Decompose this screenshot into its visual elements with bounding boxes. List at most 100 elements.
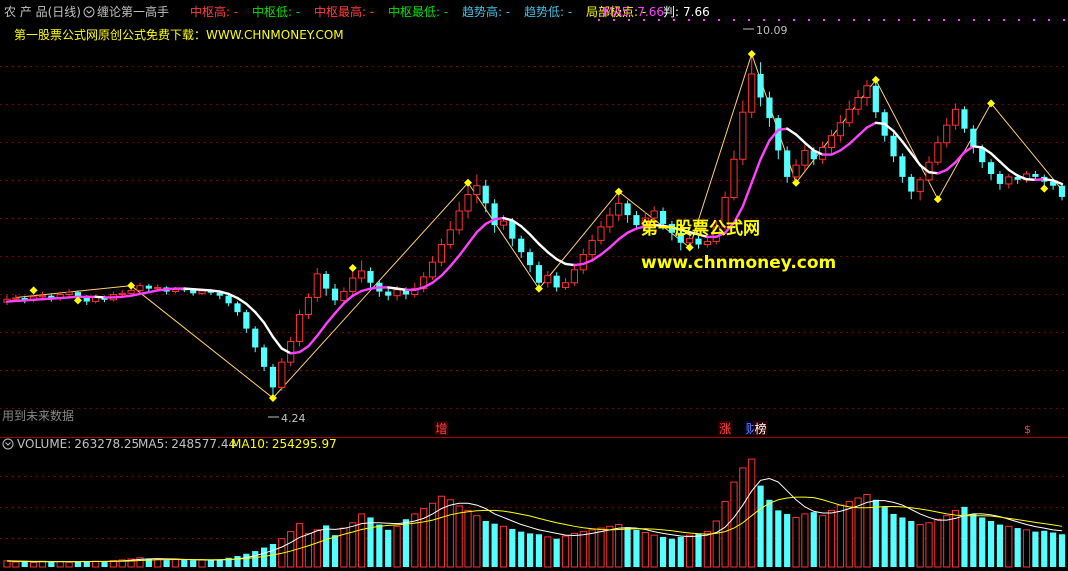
indicator-name[interactable]: 缠论第一高手 xyxy=(97,4,169,19)
volume-bar-down xyxy=(526,533,534,567)
volume-bar-down xyxy=(757,485,764,567)
volume-bar-down xyxy=(385,529,392,567)
volume-bar-up xyxy=(925,522,933,568)
signal-dot xyxy=(853,19,855,21)
volume-bar-down xyxy=(1050,532,1057,567)
candle-body-up xyxy=(863,85,871,99)
signal-dot xyxy=(718,19,720,21)
ma-segment xyxy=(874,121,886,126)
candle-body-up xyxy=(703,241,711,246)
low-price-label: 4.24 xyxy=(268,412,306,425)
source-banner: 第一股票公式网原创公式免费下载：WWW.CHNMONEY.COM xyxy=(14,27,344,42)
candle-body-up xyxy=(792,164,800,178)
ma-segment xyxy=(316,322,328,337)
volume-bar-down xyxy=(784,513,791,567)
volume-bar-down xyxy=(624,527,631,567)
volume-bar-down xyxy=(163,560,170,567)
volume-bar-up xyxy=(934,518,942,568)
ma-segment xyxy=(1007,168,1019,177)
ma-segment xyxy=(360,287,372,293)
signal-dot xyxy=(598,19,600,21)
candle-body-up xyxy=(570,269,578,284)
candle-body-up xyxy=(606,214,614,228)
signal-dot xyxy=(868,19,870,21)
candle-body-up xyxy=(198,290,206,294)
signal-dot xyxy=(748,19,750,21)
volume-bar-down xyxy=(695,533,702,567)
ma-segment xyxy=(245,302,257,314)
volume-bar-up xyxy=(12,561,20,568)
candle-body-up xyxy=(358,270,366,279)
ma-segment xyxy=(750,158,762,184)
signal-dot xyxy=(883,19,885,21)
volume-bar-up xyxy=(304,532,313,568)
volume-bar-up xyxy=(819,515,827,568)
volume-bar-down xyxy=(881,506,888,567)
volume-toggle-icon[interactable] xyxy=(2,438,14,450)
ma-segment xyxy=(200,288,213,292)
volume-bar-up xyxy=(56,561,64,568)
volume-bar-up xyxy=(721,501,729,568)
grid-lines xyxy=(0,66,1068,539)
ma-segment xyxy=(147,289,159,294)
candle-body-up xyxy=(801,149,809,166)
candle-body-up xyxy=(136,285,144,291)
volume-bar-up xyxy=(446,499,454,568)
candle-body-down xyxy=(252,328,259,348)
ma-segment xyxy=(830,149,842,156)
ma-segment xyxy=(449,254,461,268)
volume-bar-down xyxy=(252,551,259,567)
ma-segment xyxy=(165,287,177,291)
ma-segment xyxy=(466,230,479,246)
candle-body-up xyxy=(12,297,20,300)
ma-segment xyxy=(573,262,585,267)
signal-dot xyxy=(973,19,975,21)
volume-bar-up xyxy=(863,493,871,568)
volume-bar-down xyxy=(21,561,28,567)
volume-bar-up xyxy=(943,515,951,568)
ma-segment xyxy=(156,288,168,292)
extreme-marker xyxy=(747,49,756,58)
candle-body-up xyxy=(544,275,552,284)
candle-body-up xyxy=(836,122,844,137)
ma-segment xyxy=(803,141,815,152)
ma-segment xyxy=(183,287,195,291)
ma-segment xyxy=(14,299,26,303)
volume-bar-up xyxy=(295,523,304,568)
volume-bar-down xyxy=(996,524,1004,567)
ma-segment xyxy=(546,250,558,261)
candle-body-down xyxy=(526,252,534,266)
volume-bar-down xyxy=(677,536,684,567)
signal-dot xyxy=(1003,19,1005,21)
signal-dot xyxy=(763,19,765,21)
volume-bar-up xyxy=(588,529,596,568)
event-tag-label: 榜 xyxy=(755,421,767,436)
candle-body-down xyxy=(987,162,995,174)
volume-readout: VOLUME: 263278.25 xyxy=(17,437,139,451)
chart-canvas: 农 产 品(日线) 缠论第一高手 中枢高: - 中枢低: - 中枢最高: - 中枢最低… xyxy=(0,4,1068,568)
volume-bar-up xyxy=(287,531,295,568)
ma-segment xyxy=(58,296,71,300)
signal-dot xyxy=(733,19,735,21)
ma-segment xyxy=(555,258,567,266)
volume-bar-down xyxy=(518,531,525,567)
volume-bar-up xyxy=(570,532,578,568)
extreme-point-markers xyxy=(29,49,1049,403)
volume-bar-up xyxy=(3,560,11,568)
event-tag-label: 涨 xyxy=(719,421,731,436)
stock-name: 农 产 品(日线) xyxy=(4,5,81,19)
ma-segment xyxy=(413,286,425,292)
signal-dot xyxy=(658,19,660,21)
ma-segment xyxy=(289,350,301,355)
candle-body-up xyxy=(455,210,463,231)
volume-bar-down xyxy=(491,523,498,567)
ma-segment xyxy=(528,233,541,246)
signal-dot xyxy=(793,19,795,21)
candle-body-down xyxy=(695,238,702,245)
volume-bar-up xyxy=(641,532,649,568)
ma-segment xyxy=(590,253,603,262)
volume-bar-up xyxy=(801,513,809,568)
candle-body-up xyxy=(446,229,454,246)
extreme-marker xyxy=(29,286,38,295)
indicator-toggle-icon[interactable] xyxy=(83,6,95,18)
